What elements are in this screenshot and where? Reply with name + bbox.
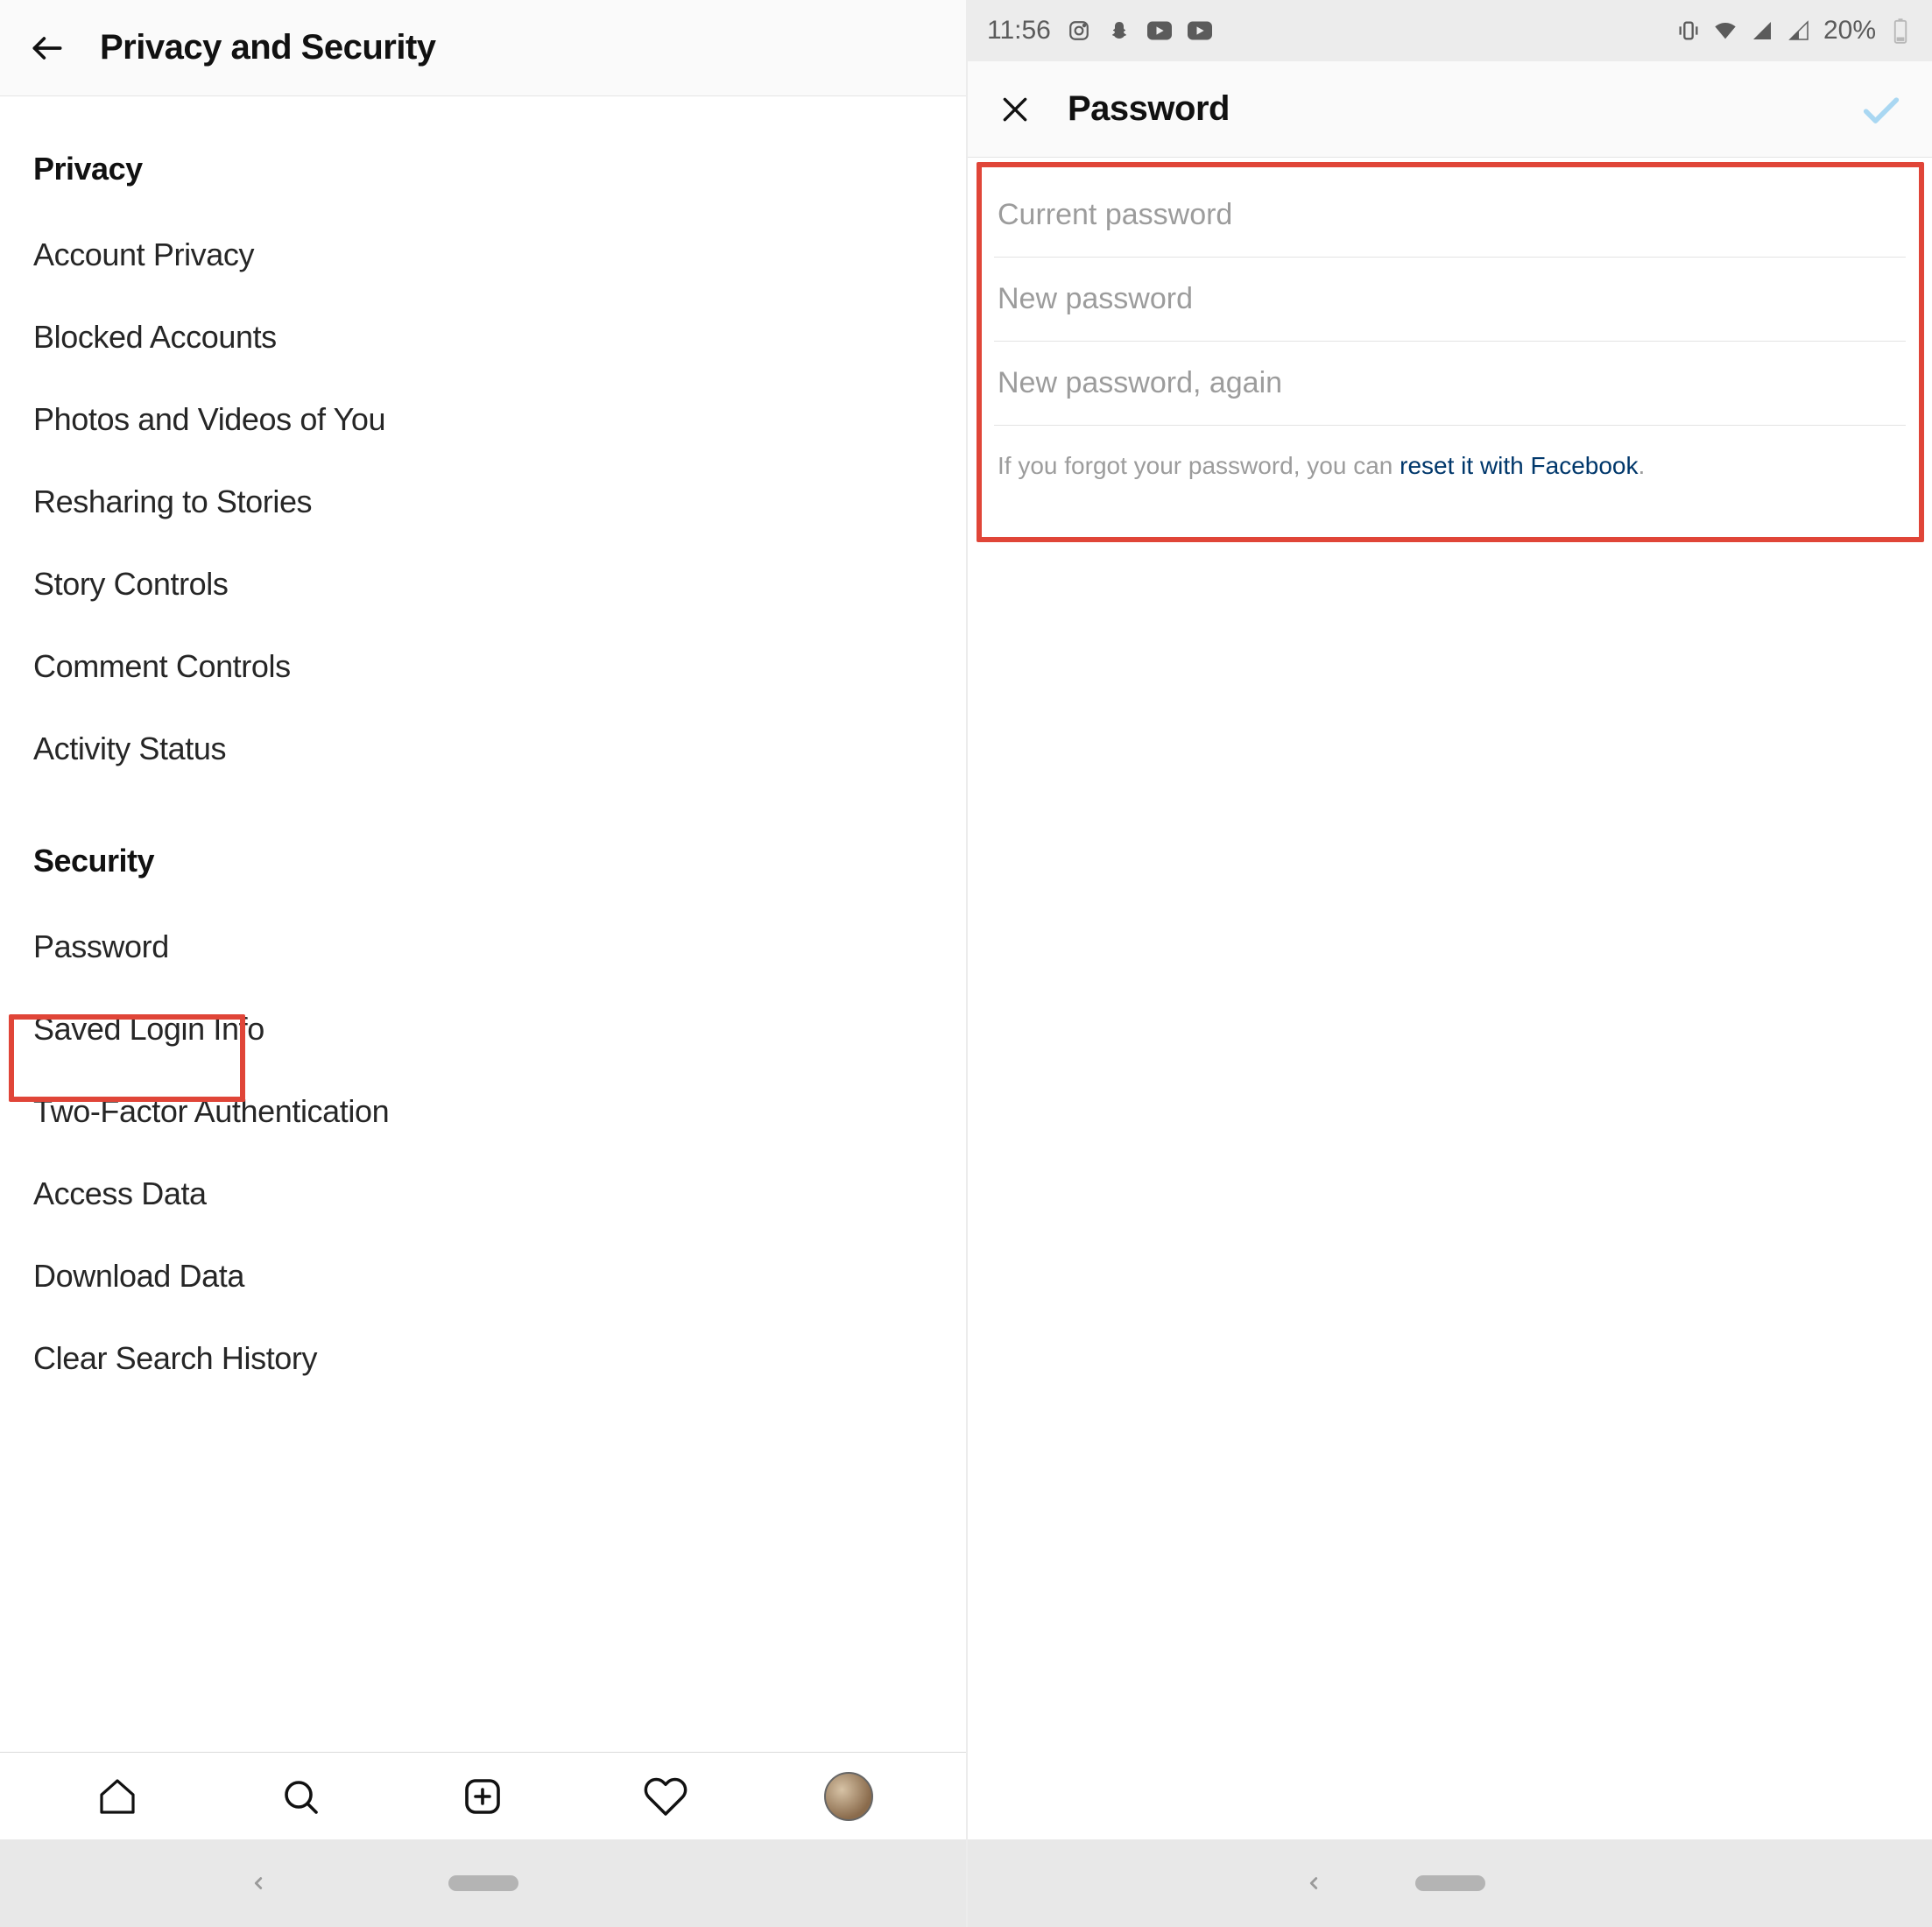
password-form: If you forgot your password, you can res… [968, 158, 1932, 1839]
instagram-status-icon [1067, 18, 1091, 43]
profile-avatar[interactable] [824, 1772, 873, 1821]
item-blocked-accounts[interactable]: Blocked Accounts [33, 296, 933, 378]
avatar-icon [824, 1772, 873, 1821]
item-download-data[interactable]: Download Data [33, 1235, 933, 1317]
item-activity-status[interactable]: Activity Status [33, 708, 933, 790]
item-resharing-to-stories[interactable]: Resharing to Stories [33, 461, 933, 543]
system-nav-bar [0, 1839, 966, 1927]
search-icon[interactable] [276, 1772, 325, 1821]
item-password[interactable]: Password [33, 906, 933, 988]
helper-prefix: If you forgot your password, you can [998, 452, 1400, 479]
item-photos-videos-of-you[interactable]: Photos and Videos of You [33, 378, 933, 461]
bottom-nav [0, 1752, 966, 1839]
reset-with-facebook-link[interactable]: reset it with Facebook [1400, 452, 1638, 479]
item-comment-controls[interactable]: Comment Controls [33, 625, 933, 708]
home-icon[interactable] [93, 1772, 142, 1821]
signal-status-icon-2 [1787, 18, 1811, 43]
page-title: Password [1068, 89, 1230, 129]
item-story-controls[interactable]: Story Controls [33, 543, 933, 625]
wifi-status-icon [1713, 18, 1738, 43]
helper-text: If you forgot your password, you can res… [994, 426, 1906, 480]
activity-heart-icon[interactable] [641, 1772, 690, 1821]
status-clock: 11:56 [987, 16, 1051, 46]
system-back-icon[interactable] [245, 1870, 271, 1896]
item-two-factor-authentication[interactable]: Two-Factor Authentication [33, 1070, 933, 1153]
item-access-data[interactable]: Access Data [33, 1153, 933, 1235]
current-password-field[interactable] [994, 173, 1906, 258]
back-arrow-icon[interactable] [26, 27, 68, 69]
system-home-pill[interactable] [448, 1875, 518, 1891]
close-icon[interactable] [994, 88, 1036, 131]
helper-suffix: . [1638, 452, 1645, 479]
signal-status-icon [1750, 18, 1774, 43]
new-post-icon[interactable] [458, 1772, 507, 1821]
item-saved-login-info[interactable]: Saved Login Info [33, 988, 933, 1070]
password-screen: 11:56 [966, 0, 1932, 1927]
app-header: Password [968, 61, 1932, 158]
page-title: Privacy and Security [100, 28, 436, 67]
snapchat-status-icon [1107, 18, 1132, 43]
item-account-privacy[interactable]: Account Privacy [33, 214, 933, 296]
settings-list: Privacy Account Privacy Blocked Accounts… [0, 96, 966, 1752]
system-home-pill[interactable] [1415, 1875, 1485, 1891]
privacy-security-screen: Privacy and Security Privacy Account Pri… [0, 0, 966, 1927]
status-bar: 11:56 [968, 0, 1932, 61]
section-header-security: Security [33, 843, 933, 879]
system-nav-bar [968, 1839, 1932, 1927]
new-password-again-field[interactable] [994, 342, 1906, 426]
system-back-icon[interactable] [1301, 1870, 1327, 1896]
vibrate-status-icon [1676, 18, 1701, 43]
battery-percent: 20% [1823, 16, 1876, 46]
confirm-check-icon[interactable] [1857, 85, 1906, 134]
new-password-field[interactable] [994, 258, 1906, 342]
section-header-privacy: Privacy [33, 151, 933, 187]
item-clear-search-history[interactable]: Clear Search History [33, 1317, 933, 1400]
youtube-status-icon-2 [1188, 18, 1212, 43]
battery-status-icon [1888, 18, 1913, 43]
youtube-status-icon [1147, 18, 1172, 43]
app-header: Privacy and Security [0, 0, 966, 96]
